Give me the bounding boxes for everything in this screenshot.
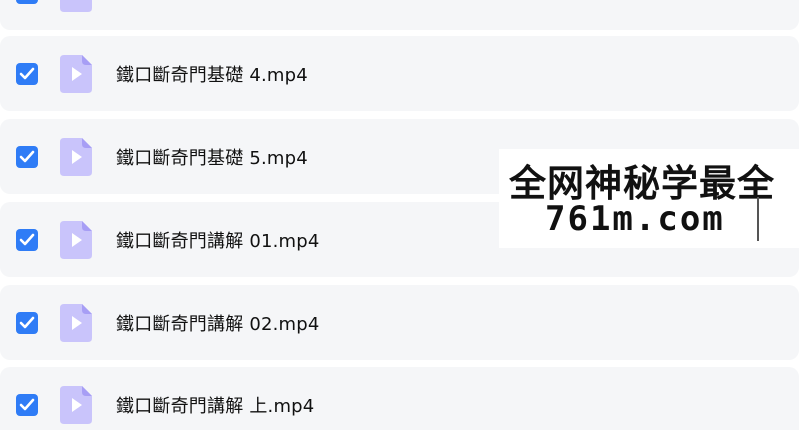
- checkbox-checked[interactable]: [16, 393, 38, 416]
- video-file-icon: [60, 303, 92, 342]
- watermark-cursor-bar: [757, 197, 759, 241]
- checkmark-icon: [19, 67, 35, 79]
- video-file-icon: [60, 0, 92, 12]
- checkbox-checked[interactable]: [16, 311, 38, 334]
- checkmark-icon: [19, 398, 35, 410]
- file-row[interactable]: 鐵口斷奇門講解 上.mp4: [0, 367, 799, 430]
- file-name[interactable]: 鐵口斷奇門講解 02.mp4: [116, 310, 320, 336]
- checkmark-icon: [19, 316, 35, 328]
- watermark-url: 761m.com: [545, 199, 725, 239]
- checkmark-icon: [19, 233, 35, 245]
- video-file-icon: [60, 137, 92, 176]
- file-row[interactable]: 鐵口斷奇門講解 02.mp4: [0, 285, 799, 360]
- checkmark-icon: [19, 150, 35, 162]
- checkbox-checked[interactable]: [16, 0, 38, 4]
- file-name[interactable]: 鐵口斷奇門講解 01.mp4: [116, 227, 320, 253]
- file-name[interactable]: 鐵口斷奇門講解 上.mp4: [116, 392, 314, 418]
- file-list: 鐵口斷奇門基礎 4.mp4 鐵口斷奇門基礎 5.mp4 鐵口斷奇門講解 01.m…: [0, 0, 799, 430]
- video-file-icon: [60, 54, 92, 93]
- checkbox-checked[interactable]: [16, 228, 38, 251]
- video-file-icon: [60, 220, 92, 259]
- file-row[interactable]: [0, 0, 799, 30]
- file-name[interactable]: 鐵口斷奇門基礎 5.mp4: [116, 144, 308, 170]
- video-file-icon: [60, 385, 92, 424]
- file-row[interactable]: 鐵口斷奇門基礎 4.mp4: [0, 36, 799, 111]
- file-name[interactable]: 鐵口斷奇門基礎 4.mp4: [116, 61, 308, 87]
- checkbox-checked[interactable]: [16, 145, 38, 168]
- watermark-overlay: 全网神秘学最全 761m.com: [499, 149, 799, 248]
- checkbox-checked[interactable]: [16, 62, 38, 85]
